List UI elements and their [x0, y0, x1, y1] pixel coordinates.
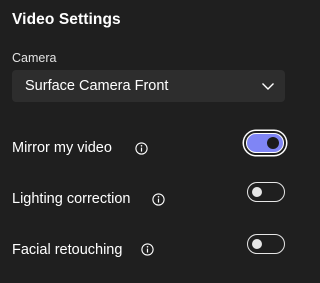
facial-retouching-info-icon[interactable]: [141, 243, 154, 256]
toggle-knob: [252, 238, 262, 249]
camera-selected-value: Surface Camera Front: [25, 78, 169, 94]
camera-label: Camera: [12, 51, 57, 65]
lighting-correction-toggle[interactable]: [247, 182, 285, 202]
toggle-knob: [252, 186, 262, 197]
toggle-knob: [267, 136, 279, 149]
mirror-video-label: Mirror my video: [12, 140, 112, 156]
chevron-down-icon: [262, 83, 274, 90]
panel-title: Video Settings: [12, 11, 121, 28]
mirror-video-info-icon[interactable]: [135, 142, 148, 155]
facial-retouching-label: Facial retouching: [12, 242, 123, 258]
mirror-video-toggle[interactable]: [244, 131, 286, 155]
lighting-correction-info-icon[interactable]: [152, 193, 165, 206]
lighting-correction-label: Lighting correction: [12, 191, 131, 207]
camera-dropdown[interactable]: Surface Camera Front: [12, 70, 285, 102]
facial-retouching-toggle[interactable]: [247, 234, 285, 254]
